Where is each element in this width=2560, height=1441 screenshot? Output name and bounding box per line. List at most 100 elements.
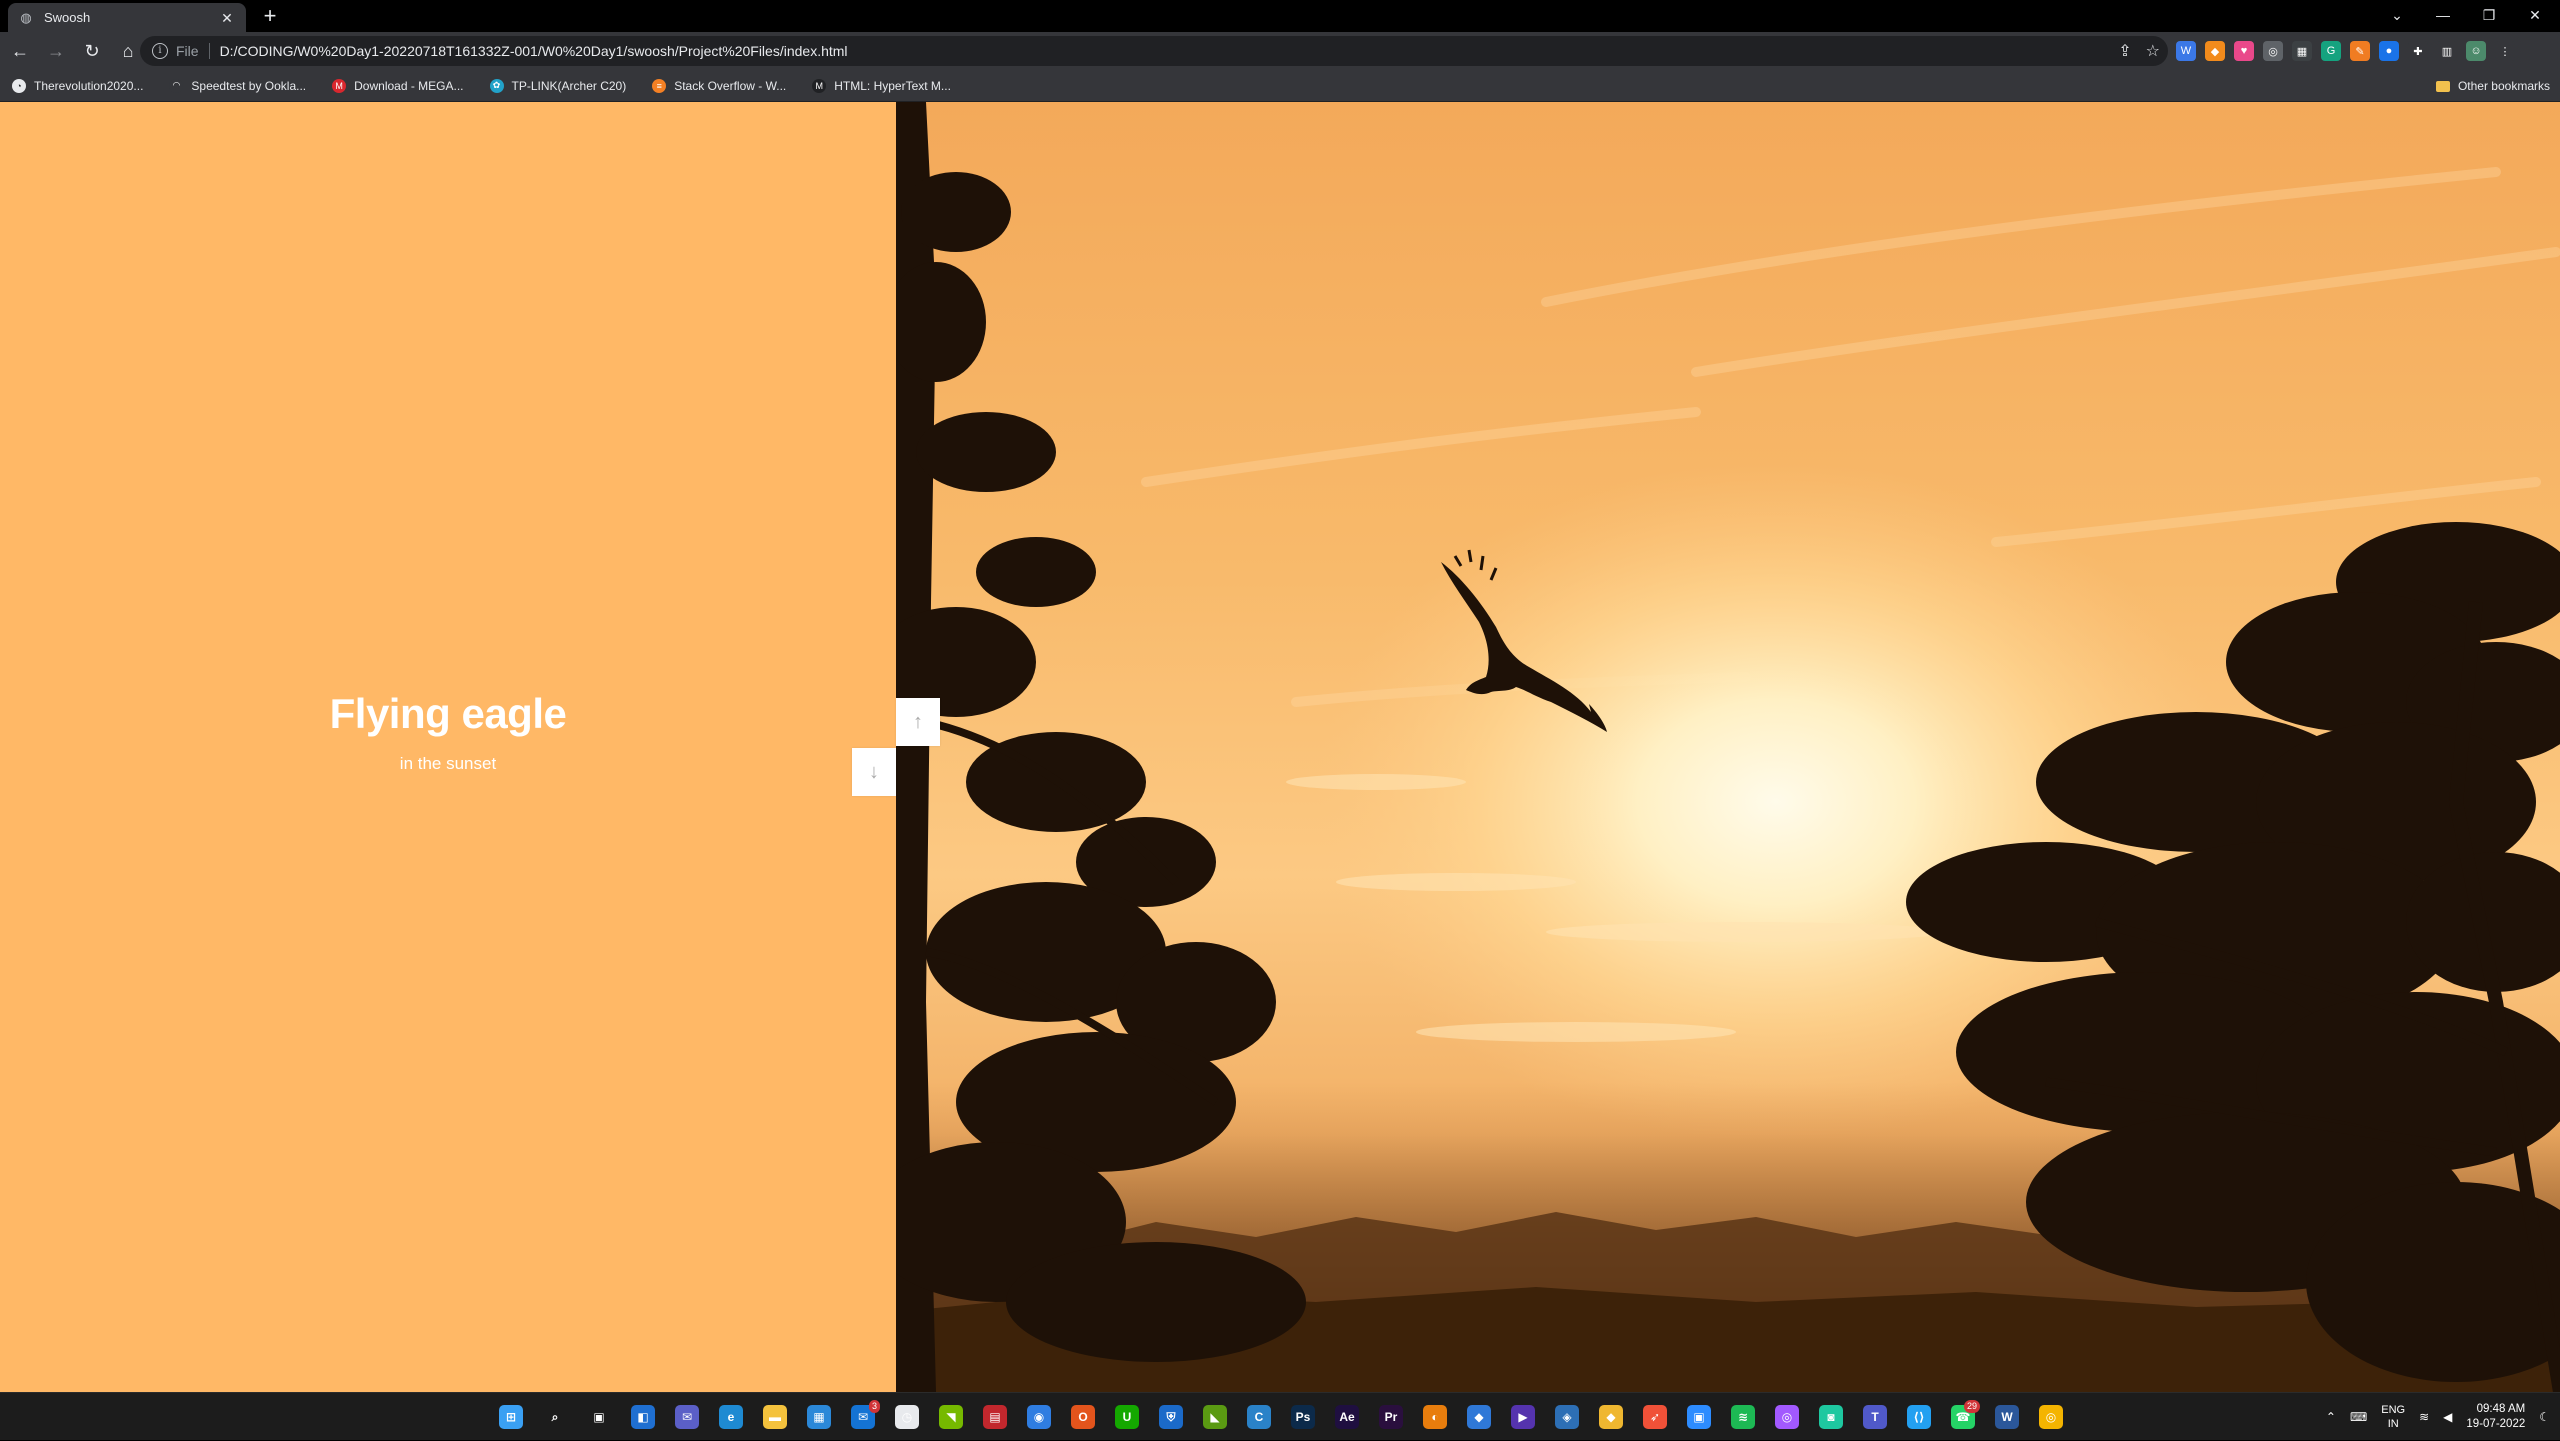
after-effects-icon[interactable]: Ae — [1332, 1402, 1362, 1432]
nvidia-icon[interactable]: ◥ — [936, 1402, 966, 1432]
browser-app-icon[interactable]: ◉ — [1024, 1402, 1054, 1432]
word-icon[interactable]: W — [1992, 1402, 2022, 1432]
forward-button[interactable]: → — [40, 35, 72, 67]
address-bar[interactable]: i File D:/CODING/W0%20Day1-20220718T1613… — [140, 36, 2168, 66]
new-tab-button[interactable]: + — [258, 4, 282, 28]
start-icon[interactable]: ⊞ — [496, 1402, 526, 1432]
bookmark-item[interactable]: ✿ TP-LINK(Archer C20) — [489, 78, 626, 93]
ext-7-icon[interactable]: ✎ — [2350, 41, 2370, 61]
bookmark-item[interactable]: ≡ Stack Overflow - W... — [652, 78, 786, 93]
chat-icon[interactable]: ✉ — [672, 1402, 702, 1432]
keyboard-icon[interactable]: ⌨ — [2350, 1410, 2367, 1424]
premiere-glyph: Pr — [1379, 1405, 1403, 1429]
network-app-icon[interactable]: ◆ — [1464, 1402, 1494, 1432]
notification-badge: 3 — [868, 1400, 880, 1413]
ext-6-icon[interactable]: G — [2321, 41, 2341, 61]
zoom-icon[interactable]: ▣ — [1684, 1402, 1714, 1432]
store-icon[interactable]: ▦ — [804, 1402, 834, 1432]
chrome-glyph: ◎ — [2039, 1405, 2063, 1429]
menu-kebab-icon[interactable]: ⋮ — [2495, 41, 2515, 61]
whatsapp-icon[interactable]: ☎ 29 — [1948, 1400, 1980, 1432]
teams-icon[interactable]: T — [1860, 1402, 1890, 1432]
spotify-icon[interactable]: ≋ — [1728, 1402, 1758, 1432]
url-text[interactable]: D:/CODING/W0%20Day1-20220718T161332Z-001… — [220, 43, 848, 59]
mail-icon[interactable]: ✉ 3 — [848, 1400, 880, 1432]
back-button[interactable]: ← — [4, 35, 36, 67]
bookmark-favicon-icon: M — [332, 78, 347, 93]
file-explorer-icon[interactable]: ▬ — [760, 1402, 790, 1432]
reload-button[interactable]: ↻ — [76, 35, 108, 67]
clock[interactable]: 09:48 AM 19-07-2022 — [2466, 1402, 2525, 1432]
profile-avatar-icon[interactable]: ☺ — [2466, 41, 2486, 61]
bookmark-item[interactable]: M Download - MEGA... — [332, 78, 464, 93]
language-indicator[interactable]: ENG IN — [2381, 1403, 2405, 1431]
wifi-app-icon[interactable]: ◈ — [1552, 1402, 1582, 1432]
upwork-icon[interactable]: U — [1112, 1402, 1142, 1432]
slide-down-button[interactable]: ↓ — [852, 748, 896, 796]
spotify-glyph: ≋ — [1731, 1405, 1755, 1429]
folder-icon — [2435, 80, 2450, 92]
chrome-icon[interactable]: ◎ — [2036, 1402, 2066, 1432]
android-app-icon[interactable]: ◙ — [1816, 1402, 1846, 1432]
bookmark-favicon-icon: ◠ — [169, 78, 184, 93]
premiere-icon[interactable]: Pr — [1376, 1402, 1406, 1432]
notification-badge: 29 — [1963, 1400, 1980, 1413]
upwork-glyph: U — [1115, 1405, 1139, 1429]
blender-icon[interactable]: ◐ — [1420, 1402, 1450, 1432]
ext-8-icon[interactable]: ● — [2379, 41, 2399, 61]
tab-close-icon[interactable]: ✕ — [218, 9, 236, 27]
store-glyph: ▦ — [807, 1405, 831, 1429]
taskbar-apps: ⊞ ⌕ ▣ ◧ ✉ e ▬ ▦ ✉ 3 ◷ ◥ ▤ ◉ O U ⛨ ◣ C Ps Ae Pr ◐ ◆ ▶ ◈ ◆ ➶ ▣ ≋ ◎ ◙ T ⟨⟩ ☎ 2… — [496, 1393, 2066, 1441]
info-icon[interactable]: i — [152, 43, 168, 59]
nvidia-geforce-icon[interactable]: ◣ — [1200, 1402, 1230, 1432]
search-glyph: ⌕ — [543, 1405, 567, 1429]
figma-icon[interactable]: ◎ — [1772, 1402, 1802, 1432]
bookmark-star-icon[interactable]: ☆ — [2146, 41, 2160, 61]
ext-3-icon[interactable]: ♥ — [2234, 41, 2254, 61]
photoshop-icon[interactable]: Ps — [1288, 1402, 1318, 1432]
browser-toolbar: ← → ↻ ⌂ i File D:/CODING/W0%20Day1-20220… — [0, 32, 2560, 70]
minimize-button[interactable]: — — [2420, 0, 2466, 30]
after-effects-glyph: Ae — [1335, 1405, 1359, 1429]
swift-app-icon[interactable]: ➶ — [1640, 1402, 1670, 1432]
wifi-icon[interactable]: ≋ — [2419, 1410, 2429, 1424]
widgets-icon[interactable]: ◧ — [628, 1402, 658, 1432]
ext-2-icon[interactable]: ◆ — [2205, 41, 2225, 61]
bookmark-item[interactable]: ◔ Therevolution2020... — [12, 78, 144, 93]
tab-search-icon[interactable]: ⌄ — [2374, 0, 2420, 30]
task-view-icon[interactable]: ▣ — [584, 1402, 614, 1432]
ext-1-icon[interactable]: W — [2176, 41, 2196, 61]
extensions-puzzle-icon[interactable]: ✚ — [2408, 41, 2428, 61]
vscode-icon[interactable]: ⟨⟩ — [1904, 1402, 1934, 1432]
restore-button[interactable]: ❐ — [2466, 0, 2512, 30]
region-code: IN — [2387, 1418, 2399, 1430]
close-window-button[interactable]: ✕ — [2512, 0, 2558, 30]
cursor-app-icon[interactable]: C — [1244, 1402, 1274, 1432]
git-app-glyph: ◆ — [1599, 1405, 1623, 1429]
git-app-icon[interactable]: ◆ — [1596, 1402, 1626, 1432]
volume-icon[interactable]: ◀ — [2443, 1410, 2452, 1424]
notification-icon[interactable]: ☾ — [2539, 1410, 2550, 1424]
nvidia-glyph: ◥ — [939, 1405, 963, 1429]
ext-4-icon[interactable]: ◎ — [2263, 41, 2283, 61]
zoom-glyph: ▣ — [1687, 1405, 1711, 1429]
other-bookmarks[interactable]: Other bookmarks — [2435, 70, 2550, 102]
share-icon[interactable]: ⇪ — [2118, 41, 2131, 61]
video-app-icon[interactable]: ▶ — [1508, 1402, 1538, 1432]
bookmark-label: Therevolution2020... — [34, 78, 144, 93]
tab-swoosh[interactable]: ◍ Swoosh ✕ — [8, 3, 246, 32]
slide-up-button[interactable]: ↑ — [896, 698, 940, 746]
show-hidden-icons-icon[interactable]: ⌃ — [2326, 1410, 2336, 1424]
bookmark-item[interactable]: ◠ Speedtest by Ookla... — [169, 78, 306, 93]
security-app-glyph: ⛨ — [1159, 1405, 1183, 1429]
media-app-icon[interactable]: ▤ — [980, 1402, 1010, 1432]
clock-app-icon[interactable]: ◷ — [892, 1402, 922, 1432]
office-icon[interactable]: O — [1068, 1402, 1098, 1432]
edge-icon[interactable]: e — [716, 1402, 746, 1432]
side-panel-icon[interactable]: ▥ — [2437, 41, 2457, 61]
search-icon[interactable]: ⌕ — [540, 1402, 570, 1432]
bookmark-item[interactable]: M HTML: HyperText M... — [812, 78, 951, 93]
clock-app-glyph: ◷ — [895, 1405, 919, 1429]
ext-5-icon[interactable]: ▦ — [2292, 41, 2312, 61]
security-app-icon[interactable]: ⛨ — [1156, 1402, 1186, 1432]
